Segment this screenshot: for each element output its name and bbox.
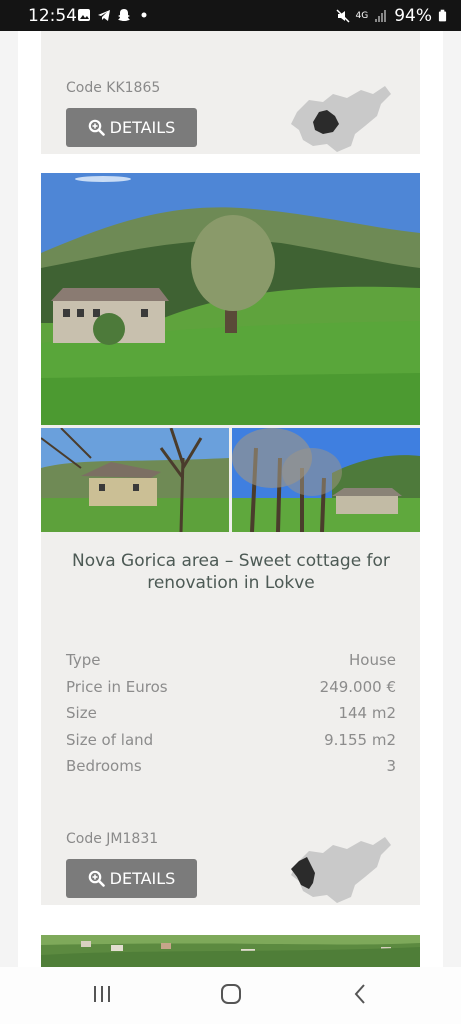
region-map (291, 86, 391, 152)
spec-row-price: Price in Euros 249.000 € (66, 678, 396, 705)
details-button[interactable]: DETAILS (66, 108, 197, 147)
spec-label: Size of land (66, 730, 154, 749)
gallery-icon (78, 9, 90, 21)
spec-row-land: Size of land 9.155 m2 (66, 731, 396, 758)
back-icon[interactable] (350, 983, 372, 1005)
battery-icon (438, 9, 447, 22)
listing-code: Code JM1831 (66, 831, 159, 847)
listing-photo-main[interactable] (41, 173, 420, 425)
snapchat-icon (118, 9, 130, 21)
spec-value: 249.000 € (319, 677, 396, 696)
listing-code: Code KK1865 (66, 80, 161, 96)
system-nav-bar (0, 967, 461, 1024)
listing-photo-thumb[interactable] (232, 428, 420, 532)
spec-row-size: Size 144 m2 (66, 704, 396, 731)
recent-apps-icon[interactable] (91, 983, 113, 1005)
spec-value: House (348, 651, 396, 669)
details-label: DETAILS (109, 118, 176, 137)
listing-photo-main[interactable] (41, 935, 420, 967)
magnify-plus-icon (88, 119, 105, 136)
network-type: 4G (355, 10, 369, 21)
spec-label: Price in Euros (66, 677, 168, 696)
spec-label: Type (66, 651, 101, 669)
status-bar: 12:54 4G 94% (0, 0, 461, 31)
notification-icons (77, 8, 151, 22)
listing-title[interactable]: Nova Gorica area – Sweet cottage for ren… (61, 550, 401, 594)
dot-icon (141, 12, 147, 18)
system-icons: 4G 94% (335, 6, 448, 26)
spec-value: 144 m2 (338, 704, 396, 722)
details-label: DETAILS (109, 869, 176, 888)
mute-icon (335, 9, 350, 23)
listing-card: Code KK1865 DETAILS (41, 31, 420, 154)
spec-value: 9.155 m2 (324, 730, 396, 749)
page-content[interactable]: Code KK1865 DETAILS Nova Gorica area – S… (18, 31, 443, 967)
telegram-icon (98, 10, 110, 21)
listing-card: Nova Gorica area – Sweet cottage for ren… (41, 173, 420, 905)
spec-row-type: Type House (66, 651, 396, 678)
spec-row-bedrooms: Bedrooms 3 (66, 757, 396, 784)
signal-icon (375, 10, 387, 22)
listing-specs: Type House Price in Euros 249.000 € Size… (66, 651, 396, 784)
region-map (291, 837, 391, 903)
spec-value: 3 (386, 757, 396, 775)
spec-label: Size (66, 704, 97, 722)
listing-photo-thumb[interactable] (41, 428, 229, 532)
spec-label: Bedrooms (66, 757, 142, 775)
battery-percent: 94% (394, 6, 432, 26)
home-icon[interactable] (220, 983, 242, 1005)
magnify-plus-icon (88, 870, 105, 887)
details-button[interactable]: DETAILS (66, 859, 197, 898)
status-time: 12:54 (28, 6, 77, 26)
